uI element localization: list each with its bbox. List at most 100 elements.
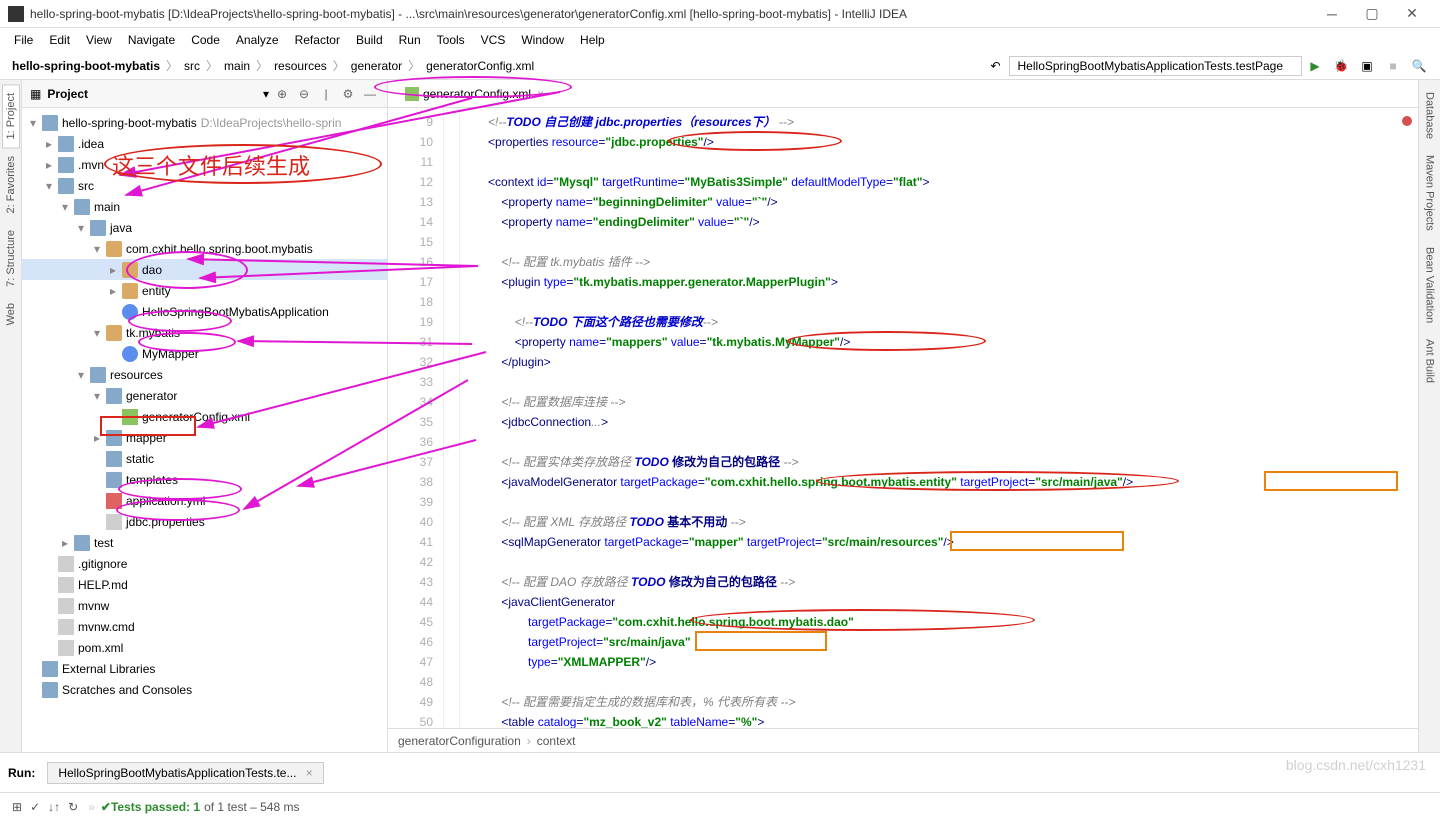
project-tree[interactable]: ▾hello-spring-boot-mybatisD:\IdeaProject… xyxy=(22,108,387,752)
run-icon[interactable]: ▶ xyxy=(1305,56,1325,76)
breadcrumb-item[interactable]: generator xyxy=(347,59,406,73)
menu-run[interactable]: Run xyxy=(393,31,427,49)
debug-icon[interactable]: 🐞 xyxy=(1331,56,1351,76)
tree-node[interactable]: pom.xml xyxy=(22,637,387,658)
tree-node[interactable]: application.yml xyxy=(22,490,387,511)
run-tool-panel: Run: HelloSpringBootMybatisApplicationTe… xyxy=(0,752,1440,792)
divider-icon: | xyxy=(317,85,335,103)
tree-node[interactable]: ▾com.cxhit.hello.spring.boot.mybatis xyxy=(22,238,387,259)
line-gutter[interactable]: 9101112131415161718193132333435363738394… xyxy=(388,108,444,728)
menu-vcs[interactable]: VCS xyxy=(475,31,512,49)
tree-node[interactable]: ▸.mvn xyxy=(22,154,387,175)
crumb-sep: › xyxy=(527,734,531,748)
status-bar: ⊞ ✓ ↓↑ ↻ » ✔ Tests passed: 1 of 1 test –… xyxy=(0,792,1440,820)
tree-node[interactable]: ▾resources xyxy=(22,364,387,385)
tree-node[interactable]: static xyxy=(22,448,387,469)
menu-help[interactable]: Help xyxy=(574,31,611,49)
search-icon[interactable]: 🔍 xyxy=(1409,56,1429,76)
breadcrumb-item[interactable]: generatorConfig.xml xyxy=(422,59,538,73)
left-tab[interactable]: Web xyxy=(3,295,19,333)
watermark: blog.csdn.net/cxh1231 xyxy=(1286,757,1426,773)
tree-node[interactable]: HelloSpringBootMybatisApplication xyxy=(22,301,387,322)
fold-gutter[interactable] xyxy=(444,108,460,728)
editor-breadcrumb[interactable]: generatorConfiguration › context xyxy=(388,728,1418,752)
status-icon-2[interactable]: ✓ xyxy=(30,800,40,814)
hide-icon[interactable]: — xyxy=(361,85,379,103)
right-tab[interactable]: Maven Projects xyxy=(1422,147,1438,239)
breadcrumb-item[interactable]: resources xyxy=(270,59,331,73)
menu-code[interactable]: Code xyxy=(185,31,226,49)
tree-node[interactable]: generatorConfig.xml xyxy=(22,406,387,427)
tree-node[interactable]: HELP.md xyxy=(22,574,387,595)
close-button[interactable]: ✕ xyxy=(1392,5,1432,22)
dropdown-icon[interactable]: ▾ xyxy=(263,87,269,101)
right-tab[interactable]: Bean Validation xyxy=(1422,239,1438,331)
tree-node[interactable]: mvnw.cmd xyxy=(22,616,387,637)
error-indicator[interactable] xyxy=(1402,116,1412,126)
run-config-dropdown[interactable]: HelloSpringBootMybatisApplicationTests.t… xyxy=(1009,56,1302,76)
menu-tools[interactable]: Tools xyxy=(431,31,471,49)
left-tab[interactable]: 1: Project xyxy=(2,84,20,148)
close-tab-icon[interactable]: × xyxy=(537,87,544,101)
menu-edit[interactable]: Edit xyxy=(43,31,76,49)
tree-node[interactable]: Scratches and Consoles xyxy=(22,679,387,700)
status-icon-3[interactable]: ↓↑ xyxy=(48,800,60,814)
tree-node[interactable]: ▾java xyxy=(22,217,387,238)
expand-icon[interactable]: ⊖ xyxy=(295,85,313,103)
code-editor[interactable]: <!--TODO 自己创建 jdbc.properties（resources下… xyxy=(460,108,1418,728)
tests-passed-label: Tests passed: 1 xyxy=(111,800,200,814)
breadcrumb-item[interactable]: main xyxy=(220,59,254,73)
run-tab[interactable]: HelloSpringBootMybatisApplicationTests.t… xyxy=(47,762,323,784)
tree-node[interactable]: ▾main xyxy=(22,196,387,217)
tree-node[interactable]: .gitignore xyxy=(22,553,387,574)
stop-icon[interactable]: ■ xyxy=(1383,56,1403,76)
breadcrumb-bar: hello-spring-boot-mybatis〉src〉main〉resou… xyxy=(0,52,1440,80)
menu-navigate[interactable]: Navigate xyxy=(122,31,181,49)
tree-node[interactable]: ▸.idea xyxy=(22,133,387,154)
tree-node[interactable]: ▾tk.mybatis xyxy=(22,322,387,343)
tree-node[interactable]: ▸dao xyxy=(22,259,387,280)
menu-bar: FileEditViewNavigateCodeAnalyzeRefactorB… xyxy=(0,28,1440,52)
collapse-icon[interactable]: ⊕ xyxy=(273,85,291,103)
back-icon[interactable]: ↶ xyxy=(986,56,1006,76)
menu-build[interactable]: Build xyxy=(350,31,389,49)
status-icon-1[interactable]: ⊞ xyxy=(12,800,22,814)
tree-node[interactable]: ▾generator xyxy=(22,385,387,406)
tree-node[interactable]: ▾src xyxy=(22,175,387,196)
tree-node[interactable]: templates xyxy=(22,469,387,490)
crumb-0[interactable]: generatorConfiguration xyxy=(398,734,521,748)
left-tab[interactable]: 2: Favorites xyxy=(3,148,19,221)
right-tab[interactable]: Ant Build xyxy=(1422,331,1438,391)
breadcrumb-item[interactable]: hello-spring-boot-mybatis xyxy=(8,59,164,73)
tree-node[interactable]: ▸mapper xyxy=(22,427,387,448)
close-run-tab-icon[interactable]: × xyxy=(306,766,313,780)
xml-icon xyxy=(405,87,419,101)
menu-file[interactable]: File xyxy=(8,31,39,49)
crumb-1[interactable]: context xyxy=(537,734,576,748)
left-tab[interactable]: 7: Structure xyxy=(3,222,19,295)
breadcrumb-item[interactable]: src xyxy=(180,59,204,73)
status-icon-4[interactable]: ↻ xyxy=(68,800,78,814)
project-panel-icon: ▦ xyxy=(30,87,41,101)
menu-refactor[interactable]: Refactor xyxy=(289,31,346,49)
menu-window[interactable]: Window xyxy=(515,31,570,49)
tree-node[interactable]: MyMapper xyxy=(22,343,387,364)
app-icon xyxy=(8,6,24,22)
run-label: Run: xyxy=(8,766,35,780)
right-tab[interactable]: Database xyxy=(1422,84,1438,147)
menu-analyze[interactable]: Analyze xyxy=(230,31,285,49)
tree-node[interactable]: ▸test xyxy=(22,532,387,553)
tree-node[interactable]: ▸entity xyxy=(22,280,387,301)
tree-node[interactable]: mvnw xyxy=(22,595,387,616)
tree-node[interactable]: External Libraries xyxy=(22,658,387,679)
gear-icon[interactable]: ⚙ xyxy=(339,85,357,103)
tree-node[interactable]: ▾hello-spring-boot-mybatisD:\IdeaProject… xyxy=(22,112,387,133)
coverage-icon[interactable]: ▣ xyxy=(1357,56,1377,76)
minimize-button[interactable]: ─ xyxy=(1312,6,1352,22)
maximize-button[interactable]: ▢ xyxy=(1352,5,1392,22)
editor-tab[interactable]: generatorConfig.xml × xyxy=(396,83,553,105)
menu-view[interactable]: View xyxy=(80,31,118,49)
project-panel-title: Project xyxy=(47,87,263,101)
tree-node[interactable]: jdbc.properties xyxy=(22,511,387,532)
left-tool-sidebar: 1: Project2: Favorites7: StructureWeb xyxy=(0,80,22,752)
